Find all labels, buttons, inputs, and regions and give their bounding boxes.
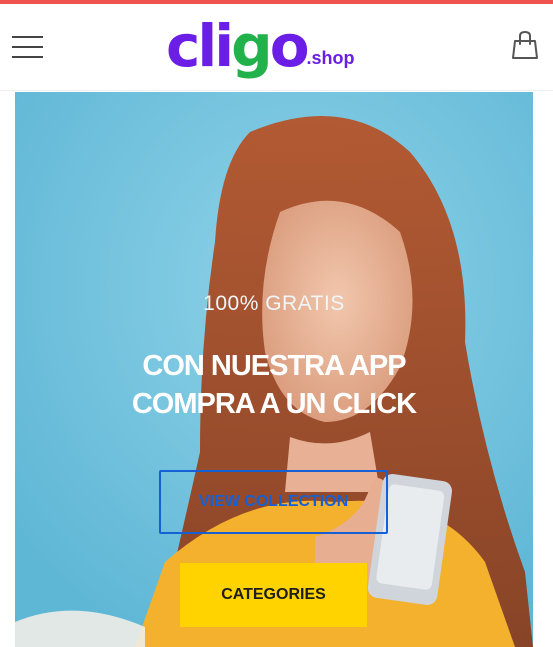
hero-subtitle: 100% GRATIS	[203, 292, 345, 315]
site-logo[interactable]: cligo.shop	[166, 4, 355, 88]
hero-banner: 100% GRATIS CON NUESTRA APP COMPRA A UN …	[15, 92, 533, 647]
shopping-bag-icon[interactable]	[510, 30, 540, 62]
hero-title-line-2: COMPRA A UN CLICK	[131, 388, 417, 420]
site-header: cligo.shop	[0, 4, 553, 91]
logo-text-g: g	[231, 12, 272, 80]
hero-title: CON NUESTRA APP COMPRA A UN CLICK	[15, 347, 533, 423]
logo-text-o: o	[269, 12, 310, 80]
logo-text-cli: cli	[166, 12, 234, 80]
categories-button[interactable]: CATEGORIES	[180, 563, 367, 627]
view-collection-button[interactable]: VIEW COLLECTION	[159, 470, 388, 534]
hero-title-line-1: CON NUESTRA APP	[142, 350, 406, 382]
logo-suffix: .shop	[306, 48, 355, 68]
hamburger-menu-icon[interactable]	[12, 34, 44, 60]
